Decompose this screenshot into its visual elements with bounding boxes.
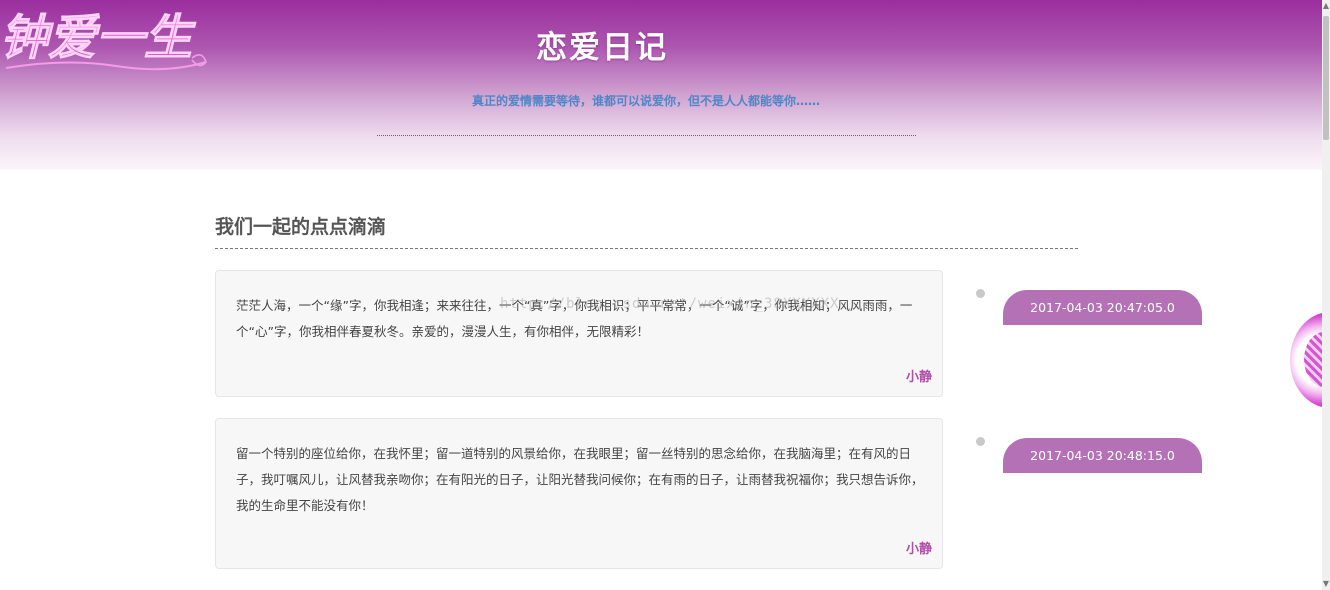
scrollbar-thumb[interactable] [1323, 16, 1329, 140]
site-tagline: 真正的爱情需要等待，谁都可以说爱你，但不是人人都能等你…… [471, 94, 820, 108]
diary-entry-card: 茫茫人海，一个“缘”字，你我相逢；来来往往，一个“真”字，你我相识；平平常常，一… [215, 270, 943, 397]
logo[interactable]: 钟爱一生 [0, 2, 221, 80]
section-divider [215, 248, 1078, 249]
scroll-down-arrow-icon[interactable]: ▼ [1322, 578, 1330, 590]
diary-entry-date: 2017-04-03 20:48:15.0 [1003, 438, 1202, 473]
diary-entry-author[interactable]: 小静 [906, 366, 932, 385]
diary-entry-date: 2017-04-03 20:47:05.0 [1003, 290, 1202, 325]
vertical-scrollbar[interactable]: ▲ ▼ [1322, 0, 1330, 590]
svg-text:钟爱一生: 钟爱一生 [0, 10, 196, 66]
section-title: 我们一起的点点滴滴 [215, 216, 387, 238]
diary-entry-card: 留一个特别的座位给你，在我怀里；留一道特别的风景给你，在我眼里；留一丝特别的思念… [215, 418, 943, 569]
timeline-dot [976, 437, 985, 446]
scroll-up-arrow-icon[interactable]: ▲ [1322, 0, 1330, 12]
diary-entry-text: 留一个特别的座位给你，在我怀里；留一道特别的风景给你，在我眼里；留一丝特别的思念… [236, 446, 924, 513]
header-divider [377, 135, 916, 136]
diary-entry-text: 茫茫人海，一个“缘”字，你我相逢；来来往往，一个“真”字，你我相识；平平常常，一… [236, 298, 913, 339]
page-header: 钟爱一生 恋爱日记 真正的爱情需要等待，谁都可以说爱你，但不是人人都能等你…… [0, 0, 1322, 170]
timeline-dot [976, 289, 985, 298]
diary-entry-author[interactable]: 小静 [906, 538, 932, 557]
site-title: 恋爱日记 [536, 30, 668, 66]
